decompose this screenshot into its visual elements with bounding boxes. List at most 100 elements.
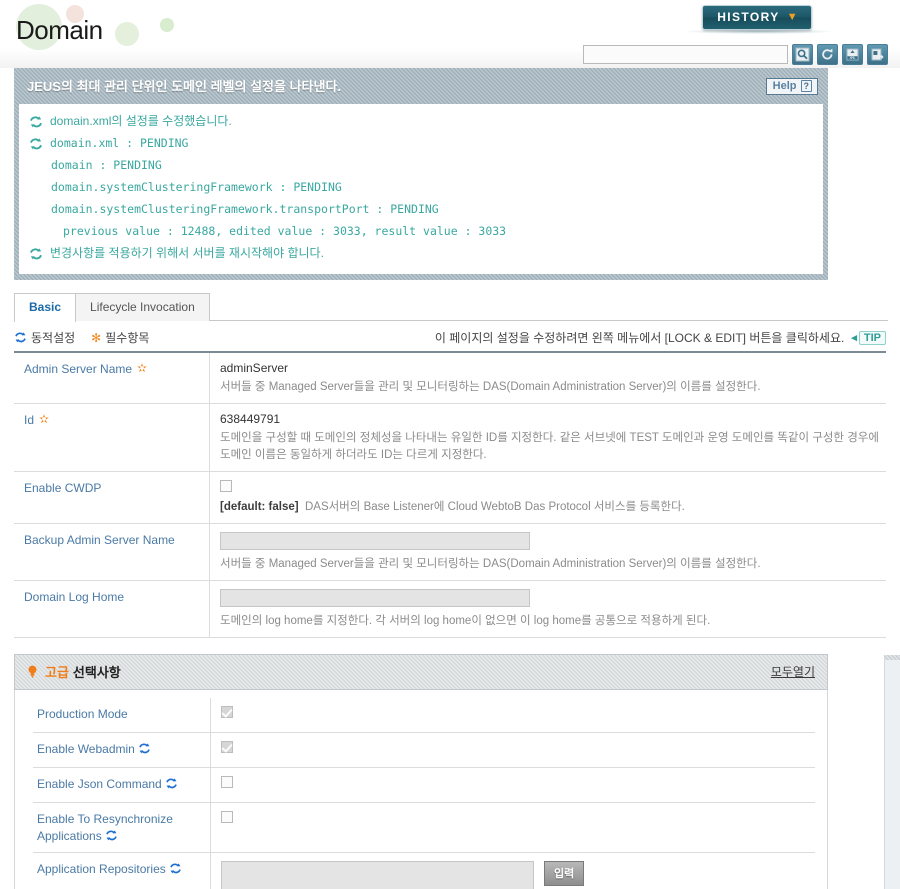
advanced-label-text: Enable Webadmin <box>37 742 135 756</box>
form-row-field: 638449791 도메인을 구성할 때 도메인의 정체성을 나타내는 유일한 I… <box>210 404 886 471</box>
required-asterisk-icon: ✫ <box>137 361 148 375</box>
question-mark-icon: ? <box>800 80 812 92</box>
advanced-row-field <box>211 768 815 802</box>
basic-settings-table: Admin Server Name ✫ adminServer 서버들 중 Manag… <box>14 353 886 638</box>
legend-bar: 동적설정 ✻ 필수항목 이 페이지의 설정을 수정하려면 왼쪽 메뉴에서 [LO… <box>14 329 886 353</box>
text-input[interactable] <box>220 532 530 550</box>
bulb-icon <box>27 665 38 678</box>
message-log-list: domain.xml의 설정를 수정했습니다. domain.xml : PEND… <box>29 110 813 264</box>
message-log-text: domain.systemClusteringFramework : PENDI… <box>51 180 342 194</box>
help-button[interactable]: Help ? <box>765 78 818 95</box>
checkbox <box>221 741 233 753</box>
field-description: 서버들 중 Managed Server들을 관리 및 모니터링하는 DAS(D… <box>220 381 761 393</box>
application-repositories-textarea[interactable] <box>221 861 534 889</box>
sync-icon <box>169 862 182 875</box>
sync-icon <box>29 136 43 150</box>
field-description-text: DAS서버의 Base Listener에 Cloud WebtoB Das P… <box>304 501 685 513</box>
advanced-options-section: 고급 선택사항 모두열기 Production Mode Enable Webad… <box>14 654 828 889</box>
advanced-row-field <box>211 803 815 852</box>
message-log-text: domain.xml의 설정를 수정했습니다. <box>50 114 232 128</box>
advanced-label-text: Production Mode <box>37 707 128 721</box>
tab-bar: Basic Lifecycle Invocation <box>14 292 900 322</box>
sync-icon <box>165 777 178 790</box>
form-row-field: 서버들 중 Managed Server들을 관리 및 모니터링하는 DAS(D… <box>210 524 886 580</box>
tip-label: TIP <box>858 330 886 345</box>
advanced-row-label: Production Mode <box>33 698 211 732</box>
message-log-line: previous value : 12488, edited value : 3… <box>29 220 813 242</box>
message-panel-title: JEUS의 최대 관리 단위인 도메인 레벨의 설정을 나타낸다. <box>27 79 342 94</box>
field-value: adminServer <box>220 361 289 375</box>
advanced-options-header: 고급 선택사항 모두열기 <box>14 654 828 690</box>
form-label-text: Id <box>24 413 35 427</box>
history-button[interactable]: HISTORY ▼ <box>702 5 812 30</box>
message-log-text: domain.systemClusteringFramework.transpo… <box>51 202 439 216</box>
expand-all-link[interactable]: 모두열기 <box>771 663 815 680</box>
advanced-row-field: 입력 <box>211 853 815 889</box>
form-row: Enable CWDP [default: false] DAS서버의 Base … <box>14 472 886 524</box>
text-input[interactable] <box>220 589 530 607</box>
scroll-gutter[interactable] <box>884 660 900 889</box>
sync-icon <box>105 829 118 842</box>
field-description: [default: false] DAS서버의 Base Listener에 C… <box>220 499 880 516</box>
form-label-text: Enable CWDP <box>24 481 102 495</box>
search-input[interactable] <box>583 45 788 64</box>
submit-input-button[interactable]: 입력 <box>544 861 585 886</box>
field-description: 도메인을 구성할 때 도메인의 정체성을 나타내는 유일한 ID를 지정한다. … <box>220 432 879 461</box>
export-icon[interactable] <box>867 44 888 65</box>
page-title: Domain <box>16 15 103 45</box>
message-log-line: domain.xml의 설정를 수정했습니다. <box>29 110 813 132</box>
checkbox[interactable] <box>221 811 233 823</box>
message-log-text: domain.xml : PENDING <box>50 136 189 150</box>
tip-arrow-icon: ◂ <box>851 332 857 344</box>
history-label: HISTORY <box>717 10 780 24</box>
message-log-text: previous value : 12488, edited value : 3… <box>63 224 507 238</box>
form-row-label: Backup Admin Server Name <box>14 524 210 580</box>
checkbox[interactable] <box>221 776 233 788</box>
form-row-label: Id ✫ <box>14 404 210 471</box>
advanced-title-rest: 선택사항 <box>72 665 121 680</box>
decor-circle-icon <box>160 18 174 32</box>
tab-lifecycle-invocation[interactable]: Lifecycle Invocation <box>75 293 210 321</box>
form-row-field: [default: false] DAS서버의 Base Listener에 C… <box>210 472 886 523</box>
refresh-icon[interactable] <box>817 44 838 65</box>
advanced-row: Production Mode <box>33 698 815 733</box>
message-log-line: domain.systemClusteringFramework : PENDI… <box>29 176 813 198</box>
sync-icon <box>29 114 43 128</box>
asterisk-icon: ✻ <box>91 330 102 345</box>
sync-icon <box>138 742 151 755</box>
advanced-title-highlight: 고급 <box>45 665 69 680</box>
advanced-row: Enable Webadmin <box>33 733 815 768</box>
message-panel-body: Help ? domain.xml의 설정를 수정했습니다. domain.xml… <box>19 78 823 274</box>
sync-icon <box>14 331 27 344</box>
advanced-label-text: Enable Json Command <box>37 777 162 791</box>
advanced-row-field <box>211 698 815 732</box>
form-row-field: adminServer 서버들 중 Managed Server들을 관리 및 모… <box>210 353 886 403</box>
decor-circle-icon <box>115 22 139 46</box>
advanced-row-label: Enable Json Command <box>33 768 211 802</box>
advanced-label-text: Application Repositories <box>37 862 166 876</box>
form-row-field: 도메인의 log home를 지정한다. 각 서버의 log home이 없으면… <box>210 581 886 637</box>
message-log-text: domain : PENDING <box>51 158 162 172</box>
advanced-row-label: Enable To Resynchronize Applications <box>33 803 211 852</box>
legend-dynamic-label: 동적설정 <box>31 331 76 345</box>
svg-text:XML: XML <box>849 56 855 60</box>
field-description: 서버들 중 Managed Server들을 관리 및 모니터링하는 DAS(D… <box>220 558 761 570</box>
form-row: Id ✫ 638449791 도메인을 구성할 때 도메인의 정체성을 나타내는 유일… <box>14 404 886 472</box>
search-icon[interactable] <box>792 44 813 65</box>
search-toolbar: XML <box>583 44 888 65</box>
field-default-badge: [default: false] <box>220 501 299 513</box>
help-label: Help <box>772 80 797 92</box>
checkbox[interactable] <box>220 480 232 492</box>
advanced-row: Application Repositories 입력 <box>33 853 815 889</box>
advanced-row: Enable To Resynchronize Applications <box>33 803 815 853</box>
advanced-row-label: Enable Webadmin <box>33 733 211 767</box>
tab-basic[interactable]: Basic <box>14 293 77 322</box>
required-asterisk-icon: ✫ <box>39 412 50 426</box>
xml-upload-icon[interactable]: XML <box>842 44 863 65</box>
legend-required-label: 필수항목 <box>105 331 150 345</box>
checkbox <box>221 706 233 718</box>
advanced-options-body: Production Mode Enable Webadmin Enable Js… <box>14 690 828 889</box>
form-row-label: Enable CWDP <box>14 472 210 523</box>
form-row-label: Domain Log Home <box>14 581 210 637</box>
form-row: Domain Log Home 도메인의 log home를 지정한다. 각 서버… <box>14 581 886 638</box>
